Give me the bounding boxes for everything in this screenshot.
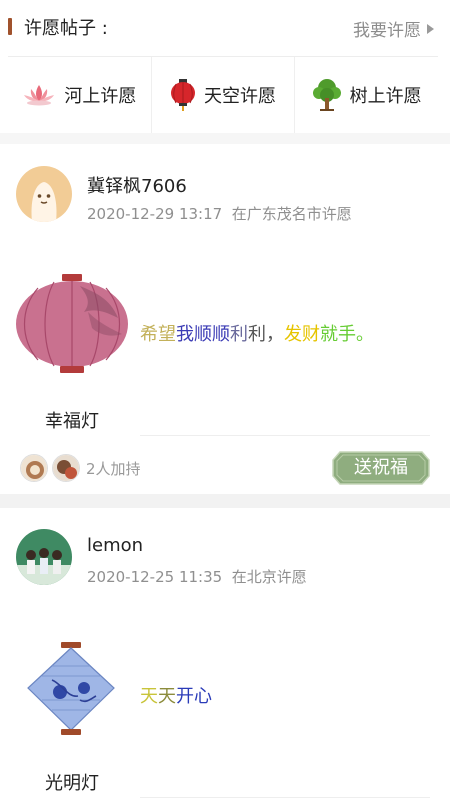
post-username[interactable]: 冀铎枫7606 bbox=[87, 172, 187, 198]
post-divider bbox=[140, 435, 430, 436]
title-accent-bar bbox=[8, 18, 12, 35]
section-gap bbox=[0, 494, 450, 508]
wish-text: 希望我顺顺利利，发财就手。 bbox=[140, 320, 374, 346]
send-blessing-button[interactable]: 送祝福 bbox=[332, 450, 430, 486]
supporter-avatar bbox=[20, 454, 48, 482]
send-blessing-label: 送祝福 bbox=[354, 457, 408, 478]
tab-tree-wish[interactable]: 树上许愿 bbox=[295, 57, 438, 133]
wish-segment: 天 bbox=[158, 686, 176, 707]
sky-lantern-icon bbox=[171, 79, 195, 111]
post-meta: 2020-12-29 13:17 在广东茂名市许愿 bbox=[87, 203, 352, 224]
supporters-count: 2人加持 bbox=[86, 459, 141, 478]
happiness-lantern-image bbox=[16, 274, 128, 373]
wish-text: 天天开心 bbox=[140, 682, 212, 708]
lantern-name: 幸福灯 bbox=[45, 411, 99, 432]
wish-segment: 天 bbox=[140, 686, 158, 707]
post-meta: 2020-12-25 11:35 在北京许愿 bbox=[87, 566, 307, 587]
post-location: 在广东茂名市许愿 bbox=[231, 205, 352, 223]
wish-segment: 就手。 bbox=[320, 324, 374, 345]
wish-category-tabs: 河上许愿 天空许愿 树上许愿 bbox=[8, 57, 438, 133]
avatar[interactable] bbox=[16, 166, 72, 222]
post-divider bbox=[140, 797, 430, 798]
tab-label: 树上许愿 bbox=[349, 86, 422, 107]
wish-segment: 希望 bbox=[140, 324, 176, 345]
post-location: 在北京许愿 bbox=[231, 568, 307, 586]
wish-segment: 我顺顺 bbox=[176, 324, 230, 345]
supporters[interactable]: 2人加持 bbox=[20, 454, 141, 482]
wish-post: lemon 2020-12-25 11:35 在北京许愿 天天开心 光明灯 bbox=[0, 508, 450, 800]
supporter-avatar bbox=[52, 454, 80, 482]
tab-river-wish[interactable]: 河上许愿 bbox=[8, 57, 152, 133]
wish-segment: 开心 bbox=[176, 686, 212, 707]
post-username[interactable]: lemon bbox=[87, 535, 143, 556]
page-header: 许愿帖子 : 我要许愿 bbox=[0, 0, 450, 56]
tab-sky-wish[interactable]: 天空许愿 bbox=[152, 57, 296, 133]
avatar[interactable] bbox=[16, 529, 72, 585]
lantern-name: 光明灯 bbox=[45, 773, 99, 794]
make-wish-label: 我要许愿 bbox=[353, 21, 421, 41]
page-title: 许愿帖子 : bbox=[24, 18, 108, 39]
wish-segment: 利， bbox=[248, 324, 284, 345]
triangle-right-icon bbox=[427, 23, 434, 34]
make-wish-link[interactable]: 我要许愿 bbox=[353, 16, 434, 41]
post-datetime: 2020-12-29 13:17 bbox=[87, 205, 223, 223]
post-datetime: 2020-12-25 11:35 bbox=[87, 568, 223, 586]
wish-post: 冀铎枫7606 2020-12-29 13:17 在广东茂名市许愿 希望我顺顺利… bbox=[0, 144, 450, 494]
lotus-lantern-icon bbox=[24, 85, 55, 106]
wishing-tree-icon bbox=[312, 79, 341, 111]
wish-segment: 利 bbox=[230, 324, 248, 345]
tab-label: 河上许愿 bbox=[64, 86, 137, 107]
wish-segment: 发财 bbox=[284, 324, 320, 345]
brightness-lantern-image bbox=[27, 642, 115, 735]
section-gap bbox=[0, 133, 450, 144]
tab-label: 天空许愿 bbox=[204, 86, 276, 107]
